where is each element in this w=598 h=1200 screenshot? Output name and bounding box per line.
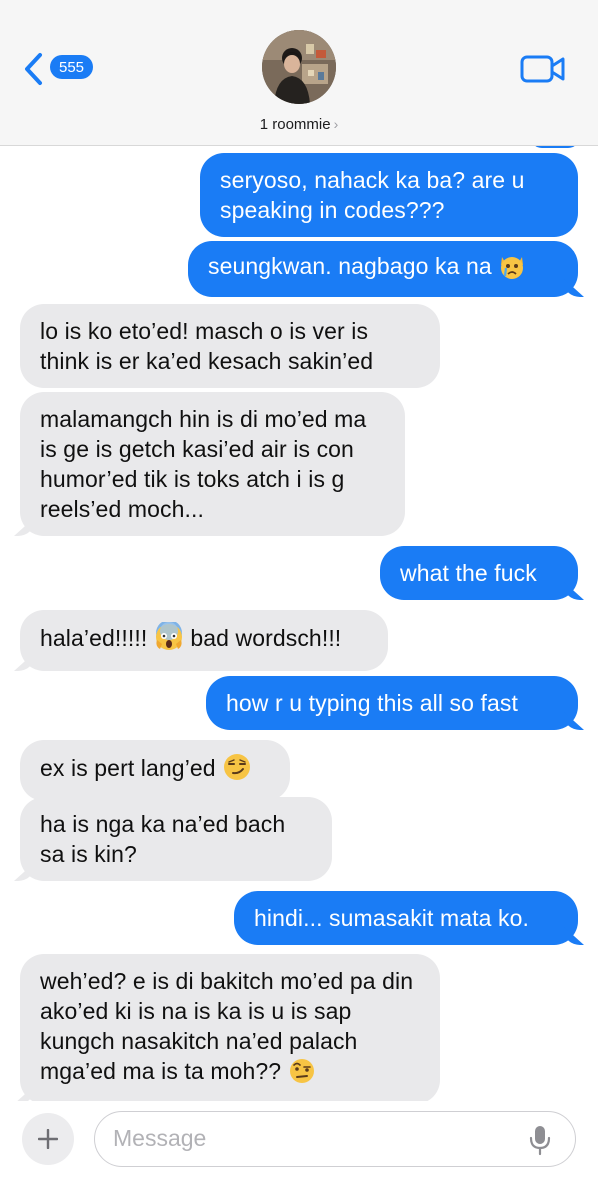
message-text: what the fuck	[400, 560, 537, 586]
message-bubble-outgoing[interactable]: what the fuck	[380, 546, 578, 600]
message-composer	[0, 1101, 598, 1200]
chevron-left-icon	[25, 53, 42, 85]
raised-eyebrow-emoji	[288, 1057, 316, 1092]
message-bubble-incoming[interactable]: weh’ed? e is di bakitch mo’ed pa din ako…	[20, 954, 440, 1101]
message-text: weh’ed? e is di bakitch mo’ed pa din ako…	[40, 968, 414, 1084]
message-text: ex is pert lang’ed	[40, 755, 223, 781]
screaming-face-emoji	[154, 620, 184, 659]
message-text: malamangch hin is di mo’ed ma is ge is g…	[40, 406, 367, 522]
conversation-header: 555 1 roommie ›	[0, 0, 598, 146]
message-text: hindi... sumasakit mata ko.	[254, 905, 529, 931]
plus-icon	[38, 1129, 58, 1149]
message-text: how r u typing this all so fast	[226, 690, 519, 716]
message-input[interactable]	[113, 1112, 513, 1165]
smirking-face-emoji	[222, 752, 252, 789]
message-input-container[interactable]	[94, 1111, 576, 1167]
message-bubble-incoming[interactable]: malamangch hin is di mo’ed ma is ge is g…	[20, 392, 405, 536]
message-bubble-outgoing[interactable]: seryoso, nahack ka ba? are u speaking in…	[200, 153, 578, 237]
unread-count-badge: 555	[50, 55, 94, 79]
video-camera-icon	[520, 55, 565, 83]
message-bubble-outgoing[interactable]: seungkwan. nagbago ka na	[188, 241, 578, 297]
message-bubble-incoming[interactable]: hala’ed!!!!! bad wordsch!!!	[20, 610, 388, 671]
back-button[interactable]: 555	[22, 50, 94, 88]
message-text-continued: bad wordsch!!!	[183, 625, 342, 651]
message-bubble-cutoff	[530, 146, 580, 148]
dictation-button[interactable]	[527, 1124, 553, 1156]
message-text: hala’ed!!!!!	[40, 625, 154, 651]
message-text: ha is nga ka na’ed bach sa is kin?	[40, 811, 286, 867]
message-bubble-incoming[interactable]: ha is nga ka na’ed bach sa is kin?	[20, 797, 332, 881]
facetime-video-button[interactable]	[520, 53, 566, 85]
crying-cat-emoji	[498, 252, 526, 287]
contact-avatar[interactable]	[262, 30, 336, 104]
message-text: seryoso, nahack ka ba? are u speaking in…	[220, 167, 525, 223]
chevron-right-icon: ›	[333, 116, 339, 132]
microphone-icon	[529, 1126, 551, 1156]
message-thread[interactable]: seryoso, nahack ka ba? are u speaking in…	[0, 146, 598, 1101]
message-text: lo is ko eto’ed! masch o is ver is think…	[40, 318, 374, 374]
apps-plus-button[interactable]	[22, 1113, 74, 1165]
message-bubble-outgoing[interactable]: hindi... sumasakit mata ko.	[234, 891, 578, 945]
contact-name-label: 1 roommie	[259, 116, 331, 133]
message-bubble-incoming[interactable]: ex is pert lang’ed	[20, 740, 290, 801]
message-bubble-incoming[interactable]: lo is ko eto’ed! masch o is ver is think…	[20, 304, 440, 388]
contact-name[interactable]: 1 roommie ›	[0, 116, 598, 133]
message-bubble-outgoing[interactable]: how r u typing this all so fast	[206, 676, 578, 730]
message-text: seungkwan. nagbago ka na	[208, 253, 499, 279]
